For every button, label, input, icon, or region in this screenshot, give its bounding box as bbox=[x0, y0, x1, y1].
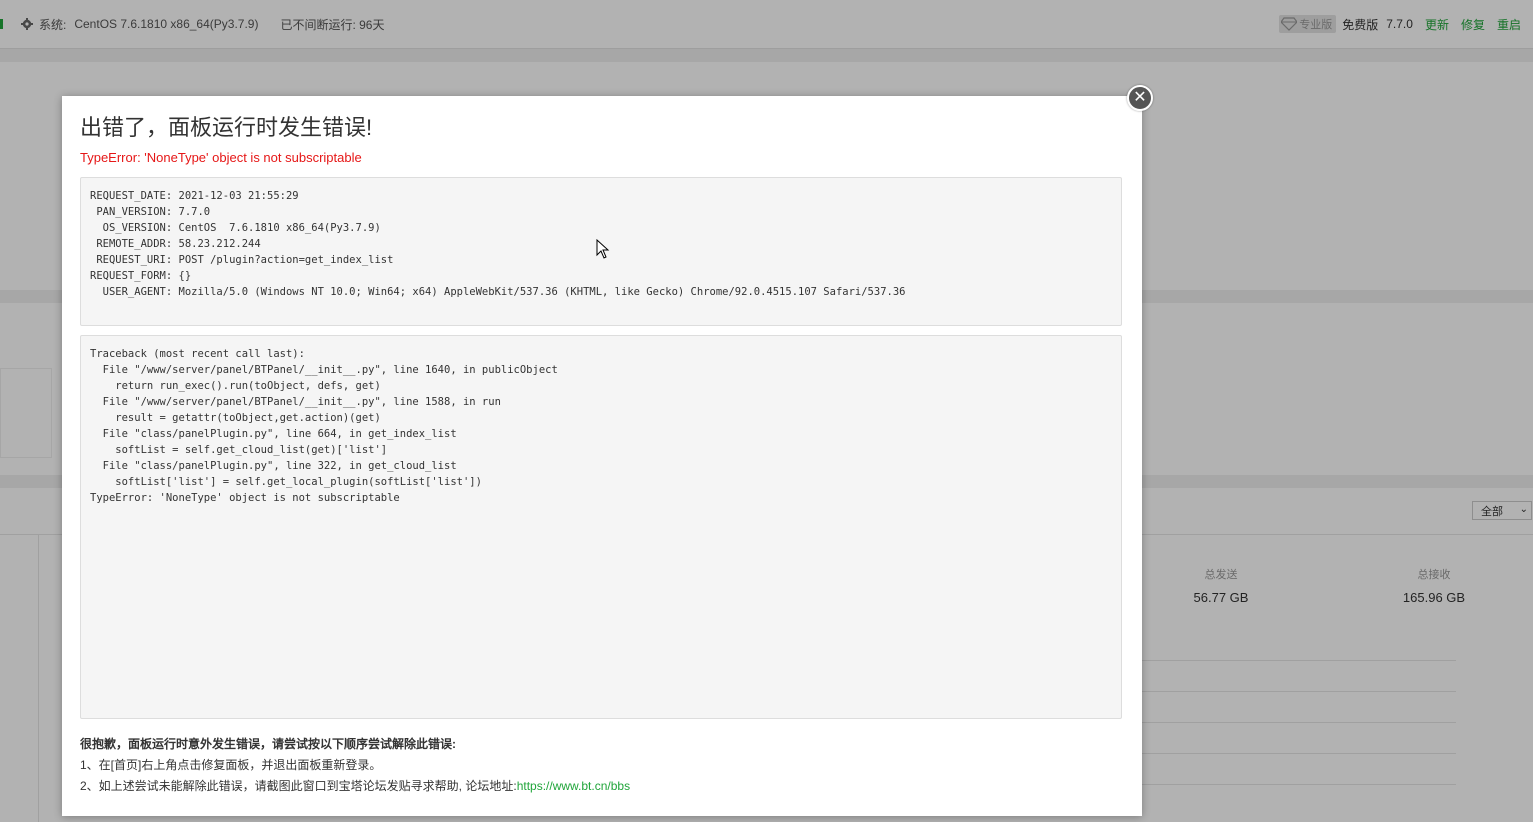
code-line: File "/www/server/panel/BTPanel/__init__… bbox=[90, 364, 558, 376]
help-step-2-text: 2、如上述尝试未能解除此错误，请截图此窗口到宝塔论坛发贴寻求帮助, 论坛地址: bbox=[80, 779, 517, 793]
code-line: File "/www/server/panel/BTPanel/__init__… bbox=[90, 396, 501, 408]
code-line: REQUEST_FORM: {} bbox=[90, 270, 192, 282]
code-line: return run_exec().run(toObject, defs, ge… bbox=[90, 380, 381, 392]
traceback-box[interactable]: Traceback (most recent call last): File … bbox=[80, 335, 1122, 719]
code-line: File "class/panelPlugin.py", line 664, i… bbox=[90, 428, 457, 440]
code-line: softList = self.get_cloud_list(get)['lis… bbox=[90, 444, 388, 456]
code-line: PAN_VERSION: 7.7.0 bbox=[90, 206, 211, 218]
code-line: REQUEST_DATE: 2021-12-03 21:55:29 bbox=[90, 190, 299, 202]
code-line: File "class/panelPlugin.py", line 322, i… bbox=[90, 460, 457, 472]
code-line: result = getattr(toObject,get.action)(ge… bbox=[90, 412, 381, 424]
help-section: 很抱歉，面板运行时意外发生错误，请尝试按以下顺序尝试解除此错误: 1、在[首页]… bbox=[80, 734, 630, 797]
mouse-cursor-icon bbox=[596, 239, 610, 259]
code-line: TypeError: 'NoneType' object is not subs… bbox=[90, 492, 400, 504]
close-button[interactable]: ✕ bbox=[1127, 85, 1153, 111]
help-title: 很抱歉，面板运行时意外发生错误，请尝试按以下顺序尝试解除此错误: bbox=[80, 737, 456, 751]
code-line: softList['list'] = self.get_local_plugin… bbox=[90, 476, 482, 488]
forum-link[interactable]: https://www.bt.cn/bbs bbox=[517, 779, 630, 793]
close-icon: ✕ bbox=[1133, 89, 1147, 106]
help-step-1: 1、在[首页]右上角点击修复面板，并退出面板重新登录。 bbox=[80, 758, 382, 772]
error-dialog: 出错了，面板运行时发生错误! TypeError: 'NoneType' obj… bbox=[62, 96, 1142, 816]
help-step-2: 2、如上述尝试未能解除此错误，请截图此窗口到宝塔论坛发贴寻求帮助, 论坛地址:h… bbox=[80, 776, 630, 797]
code-line: USER_AGENT: Mozilla/5.0 (Windows NT 10.0… bbox=[90, 286, 906, 298]
code-line: Traceback (most recent call last): bbox=[90, 348, 305, 360]
dialog-title: 出错了，面板运行时发生错误! bbox=[80, 115, 373, 140]
error-type-text: TypeError: 'NoneType' object is not subs… bbox=[80, 150, 362, 165]
code-line: OS_VERSION: CentOS 7.6.1810 x86_64(Py3.7… bbox=[90, 222, 381, 234]
